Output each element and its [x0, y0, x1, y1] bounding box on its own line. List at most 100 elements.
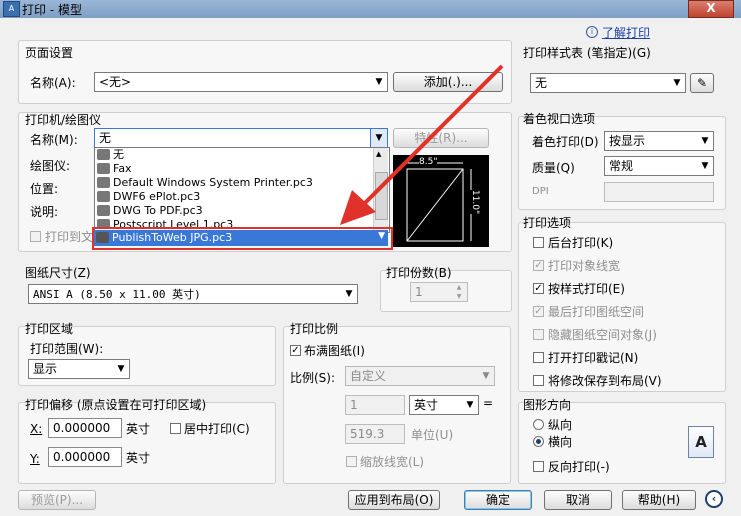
- cancel-button[interactable]: 取消: [544, 490, 612, 510]
- upside-down-label: 反向打印(-): [548, 460, 610, 474]
- object-lineweights-label: 打印对象线宽: [548, 259, 621, 273]
- edit-icon: ✎: [696, 76, 708, 90]
- help-link[interactable]: 了解打印: [602, 24, 650, 41]
- plotter-label: 绘图仪:: [30, 159, 71, 173]
- printer-name-value: 无: [99, 131, 112, 145]
- offset-y-unit: 英寸: [126, 451, 151, 465]
- close-button[interactable]: X: [688, 0, 734, 18]
- ok-button[interactable]: 确定: [464, 490, 532, 510]
- printer-icon: [97, 191, 110, 202]
- list-item-label: DWG To PDF.pc3: [113, 204, 203, 217]
- portrait-label: 纵向: [548, 418, 573, 432]
- plot-area-title: 打印区域: [25, 322, 74, 336]
- list-item-label: Default Windows System Printer.pc3: [113, 176, 313, 189]
- plot-range-select[interactable]: 显示 ▼: [28, 359, 130, 379]
- scale-num-input[interactable]: 1: [345, 395, 405, 415]
- list-item-label: 无: [113, 148, 124, 161]
- printer-icon: [97, 149, 110, 160]
- scale-select[interactable]: 自定义 ▼: [345, 366, 495, 386]
- red-highlight-box: [92, 227, 393, 250]
- chevron-down-icon: ▼: [466, 400, 474, 410]
- description-label: 说明:: [30, 205, 59, 219]
- offset-y-label: Y:: [30, 452, 40, 466]
- plot-stamp-checkbox[interactable]: [533, 352, 544, 363]
- scale-lineweights-checkbox[interactable]: [346, 456, 357, 467]
- unit-label: 单位(U): [411, 428, 454, 442]
- paperspace-last-label: 最后打印图纸空间: [548, 305, 645, 319]
- chevron-down-icon: ▼: [701, 161, 709, 171]
- page-setup-name-label: 名称(A):: [30, 76, 76, 90]
- chevron-down-icon: ▼: [117, 364, 125, 374]
- printer-icon: [97, 219, 110, 227]
- dpi-input[interactable]: [604, 182, 714, 202]
- offset-y-input[interactable]: 0.000000: [48, 447, 122, 467]
- shade-plot-value: 按显示: [609, 134, 646, 148]
- shade-plot-select[interactable]: 按显示 ▼: [604, 131, 714, 151]
- plot-range-label: 打印范围(W):: [30, 342, 104, 356]
- printer-icon: [97, 163, 110, 174]
- center-plot-label: 居中打印(C): [184, 422, 250, 436]
- landscape-label: 横向: [548, 435, 573, 449]
- plot-offset-group: [18, 402, 276, 484]
- help-button[interactable]: 帮助(H): [622, 490, 696, 510]
- printer-icon: [97, 177, 110, 188]
- plot-range-value: 显示: [33, 362, 58, 376]
- plot-style-value: 无: [535, 76, 548, 90]
- apply-to-layout-button[interactable]: 应用到布局(O): [348, 490, 440, 510]
- scale-den-input[interactable]: 519.3: [345, 424, 405, 444]
- printer-icon: [97, 205, 110, 216]
- shade-plot-label: 着色打印(D): [532, 135, 599, 149]
- edit-plot-style-button[interactable]: ✎: [690, 73, 714, 93]
- paperspace-last-checkbox[interactable]: ✓: [533, 306, 544, 317]
- portrait-radio[interactable]: [533, 419, 544, 430]
- equals-sign: =: [483, 396, 494, 410]
- save-to-layout-checkbox[interactable]: [533, 375, 544, 386]
- preview-button[interactable]: 预览(P)...: [18, 490, 96, 510]
- orientation-preview-icon: A: [688, 426, 714, 458]
- hide-paperspace-checkbox[interactable]: [533, 329, 544, 340]
- collapse-options-icon[interactable]: ‹: [705, 490, 723, 508]
- upside-down-checkbox[interactable]: [533, 461, 544, 472]
- landscape-radio[interactable]: [533, 436, 544, 447]
- plot-offset-title: 打印偏移 (原点设置在可打印区域): [25, 398, 207, 412]
- offset-x-unit: 英寸: [126, 422, 151, 436]
- fit-to-paper-checkbox[interactable]: ✓: [290, 345, 301, 356]
- page-setup-name-value: <无>: [99, 75, 132, 89]
- offset-x-input[interactable]: 0.000000: [48, 418, 122, 438]
- info-icon: i: [586, 26, 598, 38]
- plot-style-title: 打印样式表 (笔指定)(G): [523, 46, 651, 60]
- plot-with-styles-checkbox[interactable]: ✓: [533, 283, 544, 294]
- list-item-label: Postscript Level 1.pc3: [113, 218, 234, 227]
- list-item-label: DWF6 ePlot.pc3: [113, 190, 201, 203]
- plot-stamp-label: 打开打印戳记(N): [548, 351, 639, 365]
- scale-lineweights-label: 缩放线宽(L): [360, 455, 425, 469]
- print-to-file-checkbox[interactable]: [30, 231, 41, 242]
- list-item-label: Fax: [113, 162, 132, 175]
- chevron-down-icon: ▼: [673, 78, 681, 88]
- paper-size-value: ANSI A (8.50 x 11.00 英寸): [33, 288, 201, 301]
- orientation-title: 图形方向: [523, 398, 572, 412]
- quality-value: 常规: [609, 159, 634, 173]
- object-lineweights-checkbox[interactable]: ✓: [533, 260, 544, 271]
- scale-unit-select[interactable]: 英寸 ▼: [409, 395, 479, 415]
- plot-options-title: 打印选项: [523, 216, 572, 230]
- copies-stepper[interactable]: ▲ ▼: [452, 283, 466, 301]
- scale-label: 比例(S):: [290, 371, 336, 385]
- center-plot-checkbox[interactable]: [170, 423, 181, 434]
- scale-unit-value: 英寸: [414, 398, 439, 412]
- quality-label: 质量(Q): [532, 161, 575, 175]
- dpi-label: DPI: [532, 186, 549, 197]
- app-icon: A: [3, 1, 20, 17]
- offset-x-label: X:: [30, 422, 43, 436]
- plot-style-select[interactable]: 无 ▼: [530, 73, 686, 93]
- background-plot-checkbox[interactable]: [533, 237, 544, 248]
- chevron-down-icon: ▼: [345, 289, 353, 299]
- page-setup-title: 页面设置: [25, 46, 74, 60]
- paper-size-select[interactable]: ANSI A (8.50 x 11.00 英寸) ▼: [28, 284, 358, 304]
- quality-select[interactable]: 常规 ▼: [604, 156, 714, 176]
- location-label: 位置:: [30, 182, 59, 196]
- paper-size-title: 图纸尺寸(Z): [25, 266, 91, 280]
- plot-scale-title: 打印比例: [290, 322, 339, 336]
- red-arrow-annotation: [340, 64, 504, 225]
- printer-name-label: 名称(M):: [30, 133, 78, 147]
